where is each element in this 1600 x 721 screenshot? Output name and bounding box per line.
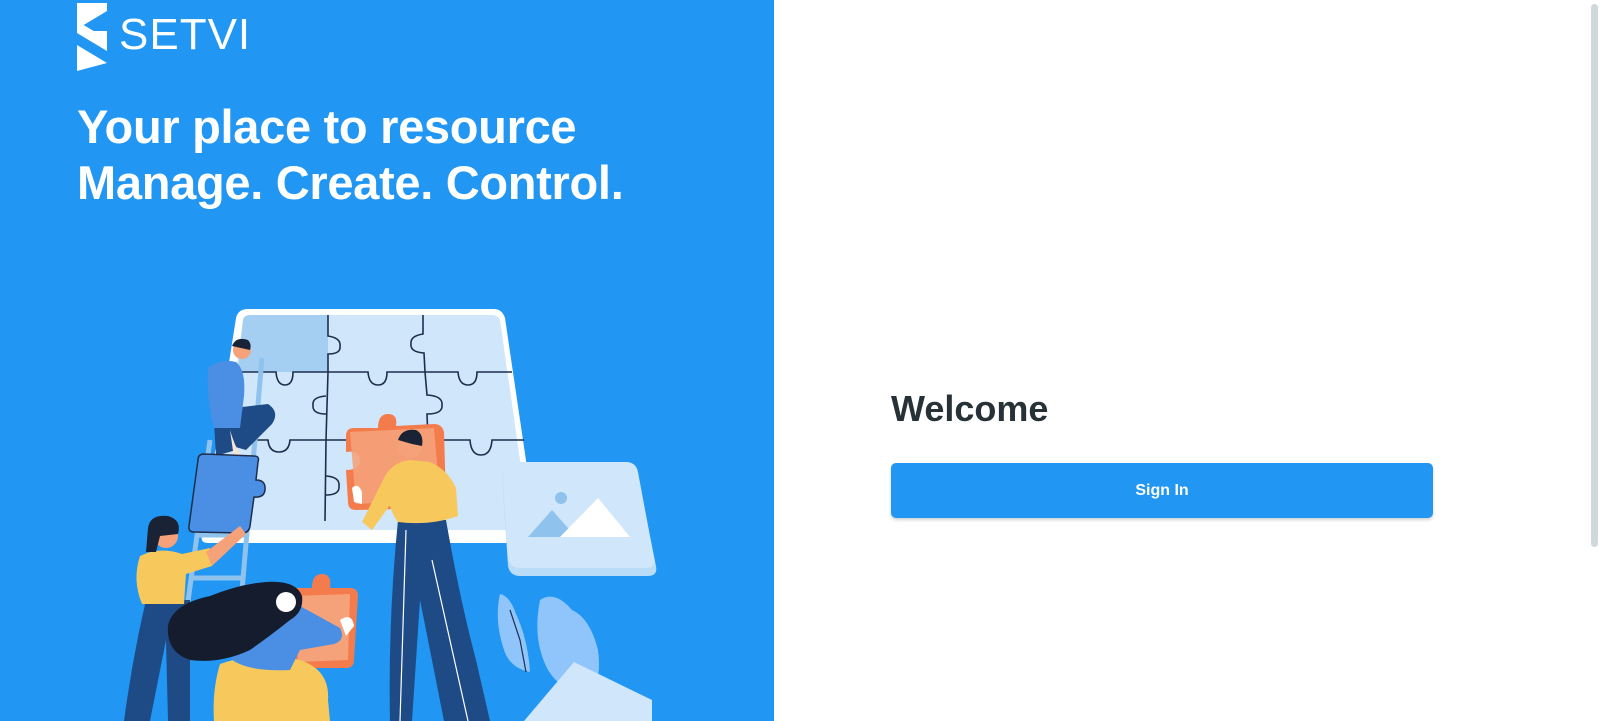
hero-line-2: Manage. Create. Control. <box>77 156 624 209</box>
hero-headline: Your place to resource Manage. Create. C… <box>77 99 624 211</box>
hero-line-1: Your place to resource <box>77 100 577 153</box>
login-page: SETVI Your place to resource Manage. Cre… <box>0 0 1600 721</box>
brand-name: SETVI <box>119 10 252 59</box>
hero-panel: SETVI Your place to resource Manage. Cre… <box>0 0 774 721</box>
setvi-s-mark-icon <box>77 3 107 71</box>
sign-in-button[interactable]: Sign In <box>891 463 1433 518</box>
scrollbar-thumb[interactable] <box>1591 4 1598 547</box>
vertical-scrollbar[interactable] <box>1588 0 1600 721</box>
welcome-heading: Welcome <box>891 388 1049 429</box>
login-panel: Welcome Sign In <box>774 0 1600 721</box>
brand-logo[interactable]: SETVI <box>77 0 251 72</box>
